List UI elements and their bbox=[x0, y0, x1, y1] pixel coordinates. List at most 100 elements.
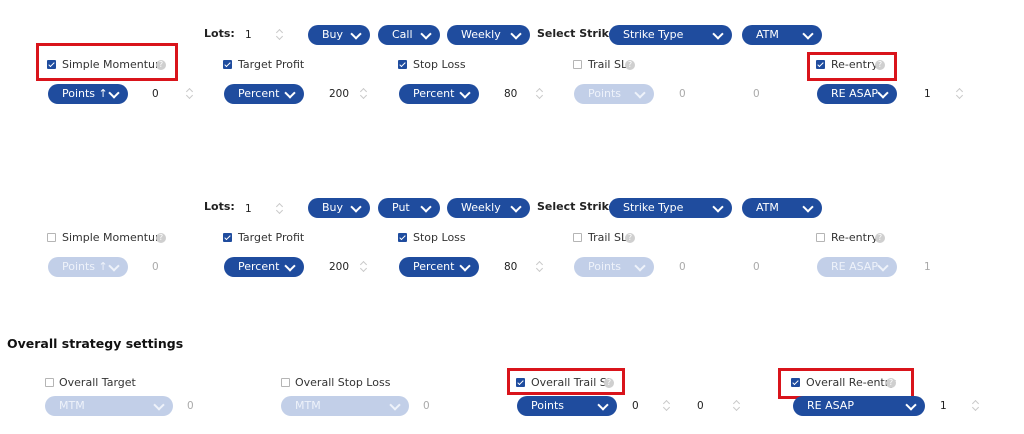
target-mode-select[interactable]: Percent bbox=[224, 84, 304, 104]
reentry-mode-select[interactable]: RE ASAP bbox=[817, 84, 897, 104]
reentry-checkbox[interactable] bbox=[816, 60, 825, 69]
reentry-mode-select[interactable]: RE ASAP bbox=[817, 257, 897, 277]
side-select[interactable]: Buy bbox=[308, 25, 370, 45]
overall-settings-title: Overall strategy settings bbox=[7, 336, 184, 351]
trail-input-2[interactable]: 0 bbox=[753, 87, 760, 101]
target-input[interactable]: 200 bbox=[329, 87, 349, 101]
stop-loss-input[interactable]: 80 bbox=[504, 87, 517, 101]
target-input[interactable]: 200 bbox=[329, 260, 349, 274]
target-profit-checkbox[interactable] bbox=[223, 60, 232, 69]
strike-select[interactable]: ATM bbox=[742, 25, 822, 45]
trail-input-1[interactable]: 0 bbox=[679, 87, 686, 101]
strike-type-select[interactable]: Strike Type bbox=[609, 198, 732, 218]
simple-momentum-checkbox[interactable] bbox=[47, 60, 56, 69]
reentry-input[interactable]: 1 bbox=[924, 260, 931, 274]
chevron-down-icon bbox=[420, 201, 432, 213]
reentry-label: Re-entry bbox=[831, 58, 878, 71]
info-icon: ? bbox=[625, 60, 635, 70]
lots-stepper[interactable] bbox=[276, 28, 284, 42]
lots-input[interactable]: 1 bbox=[245, 202, 252, 216]
stop-loss-input[interactable]: 80 bbox=[504, 260, 517, 274]
chevron-down-icon bbox=[350, 201, 362, 213]
overall-target-input[interactable]: 0 bbox=[187, 399, 194, 413]
stop-loss-label: Stop Loss bbox=[413, 58, 466, 71]
lots-stepper[interactable] bbox=[276, 202, 284, 216]
chevron-down-icon bbox=[153, 399, 165, 411]
target-stepper[interactable] bbox=[360, 87, 368, 101]
overall-trail-sl-checkbox[interactable] bbox=[516, 378, 525, 387]
simple-momentum-checkbox[interactable] bbox=[47, 233, 56, 242]
momentum-stepper[interactable] bbox=[186, 87, 194, 101]
overall-trail-stepper-1[interactable] bbox=[663, 399, 671, 413]
overall-trail-stepper-2[interactable] bbox=[733, 399, 741, 413]
trail-sl-checkbox[interactable] bbox=[573, 60, 582, 69]
momentum-mode-select[interactable]: Points ↑ bbox=[48, 257, 128, 277]
overall-trail-mode-select[interactable]: Points bbox=[517, 396, 617, 416]
target-profit-checkbox[interactable] bbox=[223, 233, 232, 242]
stop-loss-checkbox[interactable] bbox=[398, 60, 407, 69]
reentry-checkbox[interactable] bbox=[816, 233, 825, 242]
lots-label: Lots: bbox=[204, 27, 235, 40]
overall-stop-loss-input[interactable]: 0 bbox=[423, 399, 430, 413]
strike-select[interactable]: ATM bbox=[742, 198, 822, 218]
momentum-mode-select[interactable]: Points ↑ bbox=[48, 84, 128, 104]
side-select[interactable]: Buy bbox=[308, 198, 370, 218]
trail-input-1[interactable]: 0 bbox=[679, 260, 686, 274]
side-value: Buy bbox=[322, 201, 344, 214]
info-icon: ? bbox=[625, 233, 635, 243]
stop-loss-stepper[interactable] bbox=[536, 260, 544, 274]
info-icon: ? bbox=[156, 233, 166, 243]
strike-type-value: Strike Type bbox=[623, 28, 684, 41]
stop-loss-stepper[interactable] bbox=[536, 87, 544, 101]
overall-reentry-checkbox[interactable] bbox=[791, 378, 800, 387]
overall-reentry-stepper[interactable] bbox=[972, 399, 980, 413]
overall-trail-input-1[interactable]: 0 bbox=[632, 399, 639, 413]
strike-value: ATM bbox=[756, 28, 779, 41]
stop-loss-mode-value: Percent bbox=[413, 260, 455, 273]
trail-mode-value: Points bbox=[588, 260, 622, 273]
overall-target-mode-select[interactable]: MTM bbox=[45, 396, 173, 416]
overall-reentry-mode-select[interactable]: RE ASAP bbox=[793, 396, 925, 416]
trail-mode-select[interactable]: Points bbox=[574, 84, 654, 104]
overall-stop-loss-label: Overall Stop Loss bbox=[295, 376, 391, 389]
stop-loss-mode-select[interactable]: Percent bbox=[399, 84, 479, 104]
strike-type-select[interactable]: Strike Type bbox=[609, 25, 732, 45]
expiry-select[interactable]: Weekly bbox=[447, 198, 530, 218]
overall-target-checkbox[interactable] bbox=[45, 378, 54, 387]
expiry-select[interactable]: Weekly bbox=[447, 25, 530, 45]
reentry-input[interactable]: 1 bbox=[924, 87, 931, 101]
overall-stop-loss-mode-select[interactable]: MTM bbox=[281, 396, 409, 416]
chevron-down-icon bbox=[350, 28, 362, 40]
momentum-input[interactable]: 0 bbox=[152, 87, 159, 101]
momentum-input[interactable]: 0 bbox=[152, 260, 159, 274]
trail-mode-select[interactable]: Points bbox=[574, 257, 654, 277]
stop-loss-checkbox[interactable] bbox=[398, 233, 407, 242]
reentry-label: Re-entry bbox=[831, 231, 878, 244]
overall-trail-input-2[interactable]: 0 bbox=[697, 399, 704, 413]
info-icon: ? bbox=[156, 60, 166, 70]
lots-input[interactable]: 1 bbox=[245, 28, 252, 42]
target-profit-label: Target Profit bbox=[238, 58, 305, 71]
chevron-down-icon bbox=[108, 87, 120, 99]
trail-sl-label: Trail SL bbox=[588, 231, 628, 244]
overall-reentry-mode-value: RE ASAP bbox=[807, 399, 854, 412]
strike-type-value: Strike Type bbox=[623, 201, 684, 214]
overall-target-mode-value: MTM bbox=[59, 399, 85, 412]
option-type-select[interactable]: Call bbox=[378, 25, 440, 45]
trail-input-2[interactable]: 0 bbox=[753, 260, 760, 274]
overall-reentry-label: Overall Re-entry bbox=[806, 376, 896, 389]
stop-loss-mode-select[interactable]: Percent bbox=[399, 257, 479, 277]
overall-stop-loss-checkbox[interactable] bbox=[281, 378, 290, 387]
trail-sl-checkbox[interactable] bbox=[573, 233, 582, 242]
lots-label: Lots: bbox=[204, 200, 235, 213]
option-type-select[interactable]: Put bbox=[378, 198, 440, 218]
target-stepper[interactable] bbox=[360, 260, 368, 274]
target-mode-select[interactable]: Percent bbox=[224, 257, 304, 277]
reentry-stepper[interactable] bbox=[956, 87, 964, 101]
overall-reentry-input[interactable]: 1 bbox=[940, 399, 947, 413]
reentry-mode-value: RE ASAP bbox=[831, 87, 878, 100]
overall-stop-loss-mode-value: MTM bbox=[295, 399, 321, 412]
chevron-down-icon bbox=[284, 260, 296, 272]
chevron-down-icon bbox=[510, 28, 522, 40]
target-mode-value: Percent bbox=[238, 87, 280, 100]
